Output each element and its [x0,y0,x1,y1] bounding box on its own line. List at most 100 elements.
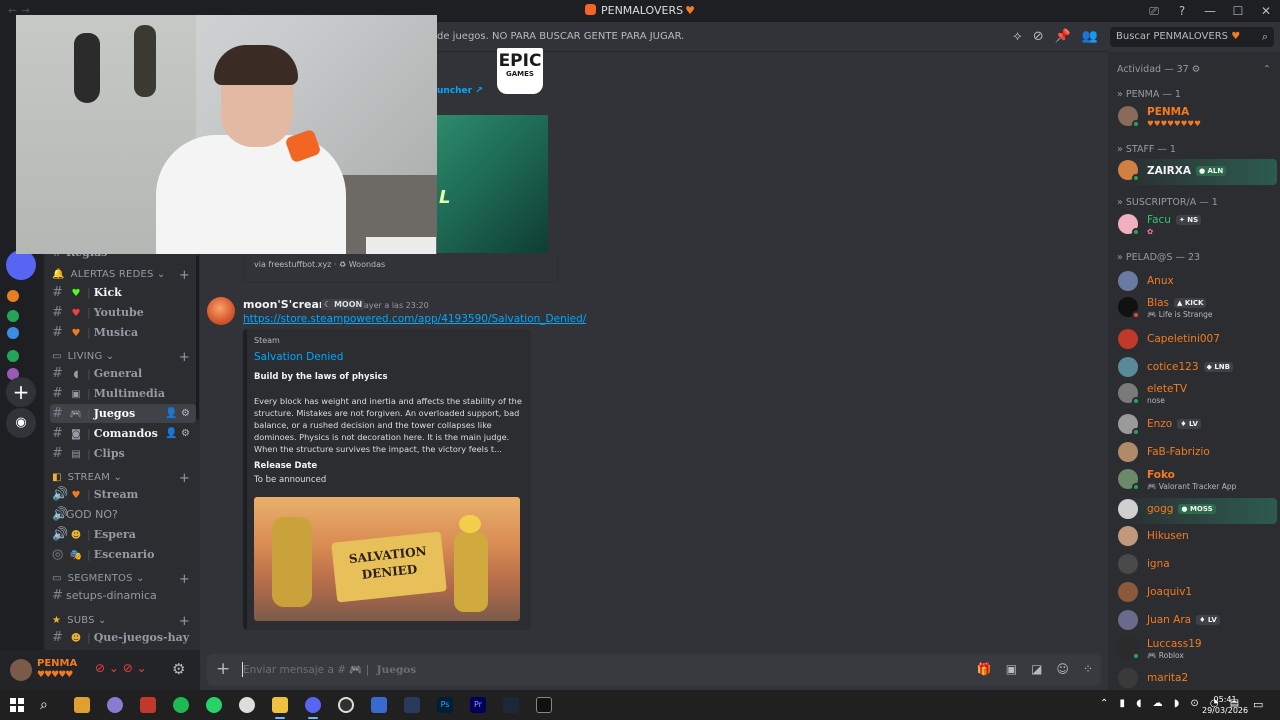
channel-youtube[interactable]: # ♥ | Youtube [50,303,196,322]
member-item[interactable]: Capeletini007 [1117,328,1277,354]
channel-settings-icon[interactable]: 👤 ⚙ [165,404,190,423]
member-item[interactable]: Blas ▲ KICK 🎮 Life is Strange [1117,296,1277,322]
channel-espera[interactable]: 🔊 ☻ | Espera [50,525,196,544]
pin-icon[interactable]: 📌 [1055,29,1071,44]
notifications-icon[interactable]: ▭ [1253,698,1263,711]
member-item[interactable]: FaB-Fabrizio [1117,441,1277,467]
steam-icon[interactable] [503,697,519,713]
server-icon[interactable] [7,327,19,339]
gif-icon[interactable]: ▣ [1006,662,1017,676]
embed-link[interactable]: uncher ↗ [437,86,483,96]
channel-settings-icon[interactable]: 👤 ⚙ [165,424,190,443]
embed-provider[interactable]: Steam [254,336,280,345]
explore-icon[interactable]: ◉ [6,408,36,438]
channel-god-no[interactable]: 🔊GOD NO? [50,505,196,524]
member-item[interactable]: gogg ● MOSS [1117,498,1277,524]
obs-icon[interactable] [338,697,354,713]
add-channel-icon[interactable]: + [179,350,190,365]
category-living[interactable]: ▭ LIVING ⌄ + [52,350,192,365]
premiere-icon[interactable]: Pr [470,697,486,713]
member-item[interactable]: Facu ✦ NS ✿ [1117,213,1277,239]
member-item[interactable]: cotice123 ◆ LNB [1117,356,1277,382]
app-icon[interactable] [107,697,123,713]
member-item[interactable]: PENMA ♥♥♥♥♥♥♥♥ [1117,105,1277,131]
server-icon[interactable] [7,350,19,362]
member-item[interactable]: igna [1117,553,1277,579]
channel-comandos[interactable]: # ◙ | Comandos 👤 ⚙ [50,424,196,443]
member-item[interactable]: Juan Ara ♦ LV [1117,609,1277,635]
server-icon[interactable] [7,310,19,322]
member-item[interactable]: Joaquiv1 [1117,581,1277,607]
app-icon[interactable] [239,697,255,713]
threads-icon[interactable]: ⟡ [1013,29,1022,44]
app-icon[interactable] [140,697,156,713]
clock[interactable]: 05:41 29/03/2026 [1202,694,1248,716]
gift-icon[interactable]: 🎁 [977,662,992,676]
embed-image[interactable]: SALVATION DENIED [254,497,520,621]
add-server-icon[interactable]: + [6,377,36,407]
channel-setups-dinamica[interactable]: # setups-dinamica [50,586,196,605]
category-segmentos[interactable]: ▭ SEGMENTOS ⌄ + [52,572,192,587]
apps-icon[interactable]: ⁘ [1083,662,1093,676]
attach-plus-icon[interactable]: + [216,659,230,679]
member-item[interactable]: Hikusen [1117,525,1277,551]
app-icon[interactable] [74,697,90,713]
minimize-button[interactable]: — [1196,4,1224,18]
activity-header[interactable]: Actividad — 37 ⚙ ⌃ [1117,64,1271,75]
member-item[interactable]: Enzo ♦ LV [1117,413,1277,439]
whatsapp-icon[interactable] [206,697,222,713]
start-button[interactable] [10,698,24,712]
category-stream[interactable]: ◧ STREAM ⌄ + [52,471,192,486]
category-subs[interactable]: ★ SUBS ⌄ + [52,614,192,629]
sidebar-scrollbar[interactable] [196,255,199,420]
server-icon[interactable] [6,250,36,280]
search-input[interactable]: Buscar PENMALOVERS ♥ ⌕ [1110,27,1274,47]
help-icon[interactable]: ? [1168,4,1196,18]
maximize-button[interactable]: ☐ [1224,4,1252,18]
app-icon[interactable] [536,697,552,713]
channel-juegos[interactable]: # 🎮 | Juegos 👤 ⚙ [50,404,196,423]
close-button[interactable]: ✕ [1252,4,1280,18]
message-link[interactable]: https://store.steampowered.com/app/41935… [243,313,586,325]
channel-clips[interactable]: # ▤ | Clips [50,444,196,463]
embed-title[interactable]: Salvation Denied [254,351,343,363]
avatar[interactable] [207,297,235,325]
channel-stream[interactable]: 🔊 ♥ | Stream [50,485,196,504]
category-alertas-redes[interactable]: 🔔 ALERTAS REDES ⌄ + [52,268,192,283]
channel-kick[interactable]: # ♥ | Kick [50,283,196,302]
message-input[interactable]: + Enviar mensaje a # 🎮 | Juegos 🎁 ▣ ◪ ☺ … [207,654,1101,686]
channel-multimedia[interactable]: # ▣ | Multimedia [50,384,196,403]
members-icon[interactable]: 👥 [1082,29,1098,44]
app-icon[interactable] [404,697,420,713]
add-channel-icon[interactable]: + [179,471,190,486]
member-item[interactable]: Foko 🎮 Valorant Tracker App [1117,468,1277,494]
add-channel-icon[interactable]: + [179,268,190,283]
mute-mic-icon[interactable]: ⊘ ⌄ ⊘ ⌄ [95,661,147,675]
folder-icon[interactable] [272,697,288,713]
add-channel-icon[interactable]: + [179,572,190,587]
discord-icon[interactable] [305,697,321,713]
emoji-icon[interactable]: ☺ [1056,662,1069,676]
app-icon[interactable] [371,697,387,713]
spotify-icon[interactable] [173,697,189,713]
member-item[interactable]: marita2 [1117,667,1277,690]
member-item[interactable]: Anux [1117,270,1277,296]
channel-que-juegos-hay[interactable]: # ☻ | Que-juegos-hay [50,628,196,647]
search-icon[interactable]: ⌕ [40,697,56,713]
channel-musica[interactable]: # ♥ | Musica [50,323,196,342]
photoshop-icon[interactable]: Ps [437,697,453,713]
server-icon[interactable] [7,290,19,302]
gear-icon[interactable]: ⚙ [172,660,185,678]
add-channel-icon[interactable]: + [179,614,190,629]
inbox-icon[interactable]: ⎚ [1140,4,1168,19]
member-name: Enzo ♦ LV [1147,418,1201,430]
member-item[interactable]: Luccass19 🎮 Roblox [1117,637,1277,663]
embed-image[interactable] [437,115,548,253]
channel-escenario[interactable]: ◎ 🎭 | Escenario [50,545,196,564]
sticker-icon[interactable]: ◪ [1031,662,1042,676]
member-item[interactable]: ZAIRXA ● ALN [1117,159,1277,185]
notifications-muted-icon[interactable]: ⊘ [1033,29,1044,44]
member-item[interactable]: eleteTV nose [1117,382,1277,408]
avatar[interactable] [10,659,32,681]
channel-general[interactable]: # ◖ | General [50,364,196,383]
